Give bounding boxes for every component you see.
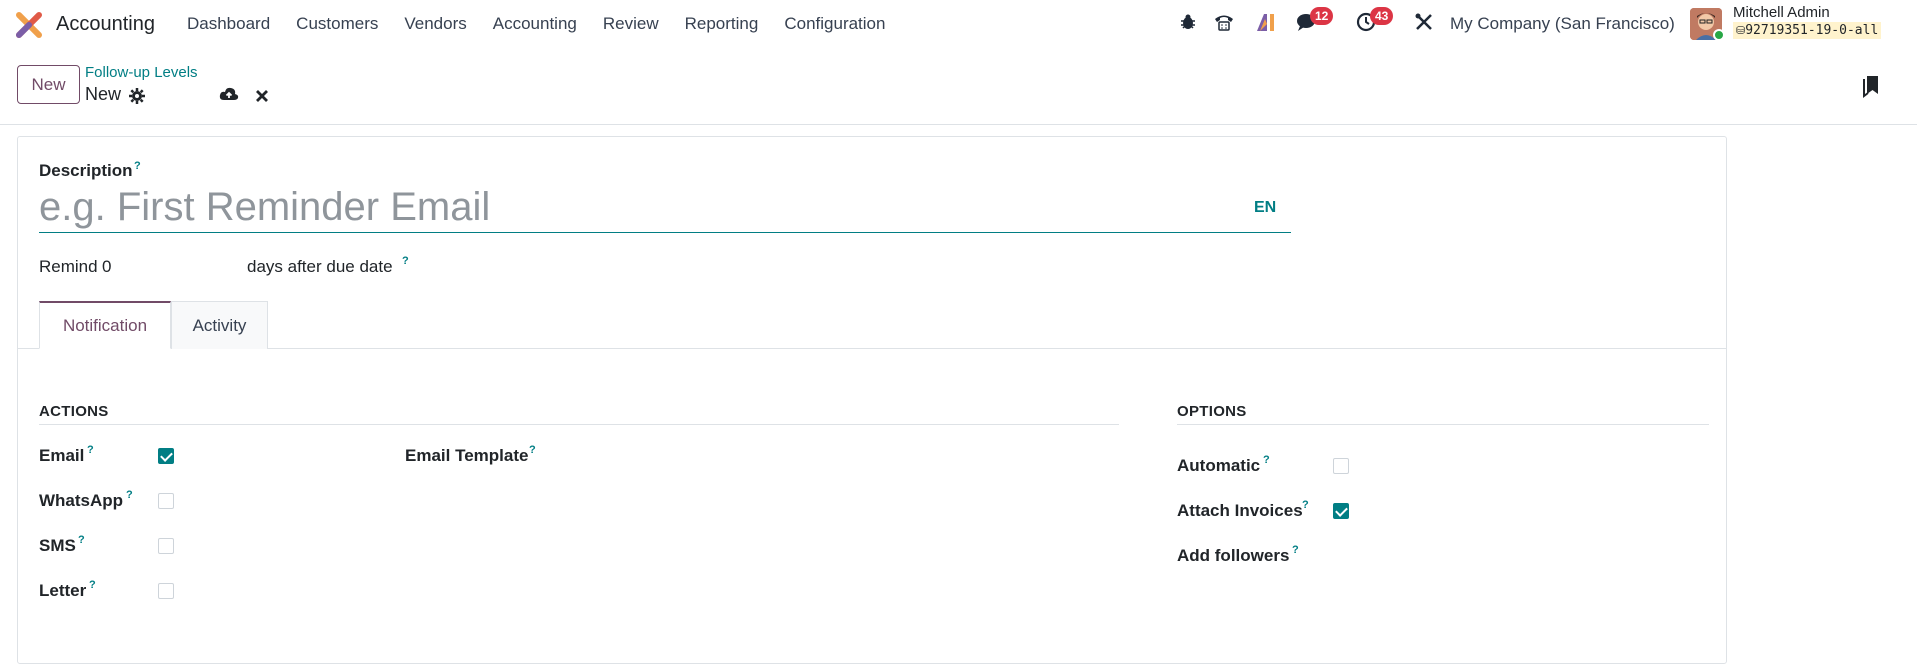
description-label: Description xyxy=(39,161,133,180)
phone-icon[interactable] xyxy=(1212,10,1236,34)
sms-checkbox[interactable] xyxy=(158,538,174,554)
database-icon: ⛁ xyxy=(1736,24,1746,37)
tab-activity[interactable]: Activity xyxy=(171,301,268,349)
database-name-text: 92719351-19-0-all xyxy=(1745,23,1879,38)
attach-invoices-label: Attach Invoices xyxy=(1177,501,1303,520)
ai-icon[interactable] xyxy=(1254,10,1278,34)
sms-label: SMS xyxy=(39,536,76,555)
online-status-dot xyxy=(1713,29,1725,41)
actions-divider xyxy=(39,424,1119,425)
attach-invoices-checkbox[interactable] xyxy=(1333,503,1349,519)
form-sheet: Description ? EN Remind 0 days after due… xyxy=(17,136,1727,664)
letter-checkbox[interactable] xyxy=(158,583,174,599)
tools-icon[interactable] xyxy=(1412,10,1436,34)
days-help-icon[interactable]: ? xyxy=(402,255,409,267)
email-checkbox[interactable] xyxy=(158,448,174,464)
save-cloud-icon[interactable] xyxy=(219,84,239,104)
app-name[interactable]: Accounting xyxy=(56,13,155,36)
user-name[interactable]: Mitchell Admin xyxy=(1733,4,1830,21)
letter-help-icon[interactable]: ? xyxy=(89,579,96,591)
discard-close-icon[interactable] xyxy=(252,86,272,106)
record-name: New xyxy=(85,84,122,104)
new-button[interactable]: New xyxy=(17,65,80,104)
tab-notification[interactable]: Notification xyxy=(39,301,171,349)
debug-bug-icon[interactable] xyxy=(1176,10,1200,34)
automatic-checkbox[interactable] xyxy=(1333,458,1349,474)
description-input[interactable] xyxy=(39,183,1291,233)
description-help-icon[interactable]: ? xyxy=(134,160,141,172)
accounting-app-icon[interactable] xyxy=(16,12,42,38)
whatsapp-label: WhatsApp xyxy=(39,491,124,510)
company-switcher[interactable]: My Company (San Francisco) xyxy=(1450,14,1675,34)
database-name: ⛁92719351-19-0-all xyxy=(1733,22,1882,39)
language-button[interactable]: EN xyxy=(1254,199,1276,217)
email-template-help-icon[interactable]: ? xyxy=(529,444,536,456)
menu-accounting[interactable]: Accounting xyxy=(493,14,577,34)
email-label: Email xyxy=(39,446,85,465)
whatsapp-checkbox[interactable] xyxy=(158,493,174,509)
control-panel: New Follow-up Levels New xyxy=(0,50,1917,125)
menu-reporting[interactable]: Reporting xyxy=(685,14,759,34)
bookmark-icon[interactable] xyxy=(1861,74,1881,98)
sms-help-icon[interactable]: ? xyxy=(78,534,85,546)
remind-label: Remind xyxy=(39,257,98,276)
activities-count-badge: 43 xyxy=(1370,7,1394,25)
breadcrumb-follow-up-levels[interactable]: Follow-up Levels xyxy=(85,64,198,81)
top-navbar: Accounting Dashboard Customers Vendors A… xyxy=(0,0,1917,50)
add-followers-label: Add followers xyxy=(1177,546,1290,565)
automatic-help-icon[interactable]: ? xyxy=(1263,454,1270,466)
automatic-label: Automatic xyxy=(1177,456,1261,475)
days-after-due-date-label: days after due date xyxy=(247,257,393,276)
letter-label: Letter xyxy=(39,581,87,600)
main-menu: Dashboard Customers Vendors Accounting R… xyxy=(187,14,911,34)
menu-dashboard[interactable]: Dashboard xyxy=(187,14,270,34)
options-section-title: OPTIONS xyxy=(1177,403,1247,420)
form-tabs: Notification Activity xyxy=(18,301,1726,349)
whatsapp-help-icon[interactable]: ? xyxy=(126,489,133,501)
email-template-label: Email Template xyxy=(405,446,529,465)
remind-days-input[interactable]: 0 xyxy=(102,257,252,277)
attach-invoices-help-icon[interactable]: ? xyxy=(1302,499,1309,511)
actions-section-title: ACTIONS xyxy=(39,403,109,420)
menu-review[interactable]: Review xyxy=(603,14,659,34)
menu-customers[interactable]: Customers xyxy=(296,14,378,34)
menu-vendors[interactable]: Vendors xyxy=(404,14,466,34)
messages-count-badge: 12 xyxy=(1310,7,1334,25)
add-followers-help-icon[interactable]: ? xyxy=(1292,544,1299,556)
gear-icon[interactable] xyxy=(127,86,147,106)
menu-configuration[interactable]: Configuration xyxy=(784,14,885,34)
email-help-icon[interactable]: ? xyxy=(87,444,94,456)
options-divider xyxy=(1177,424,1709,425)
